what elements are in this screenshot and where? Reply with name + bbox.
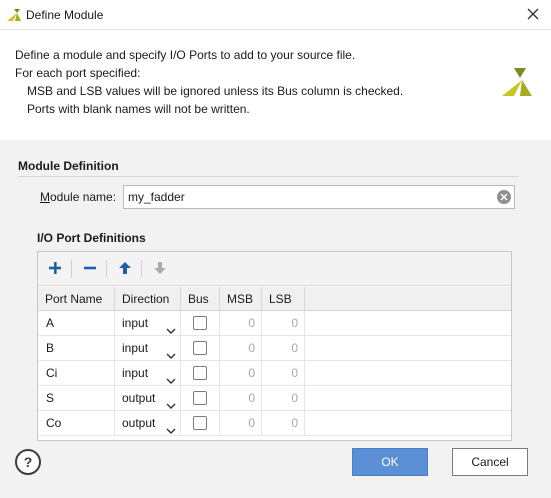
chevron-down-icon bbox=[166, 419, 176, 443]
column-header-bus[interactable]: Bus bbox=[181, 287, 220, 311]
bus-checkbox[interactable] bbox=[193, 316, 207, 330]
bus-cell bbox=[181, 336, 220, 360]
module-name-input[interactable] bbox=[128, 188, 488, 206]
toolbar-separator bbox=[141, 260, 142, 278]
bus-checkbox[interactable] bbox=[193, 416, 207, 430]
direction-select[interactable]: output bbox=[115, 411, 181, 435]
direction-value: output bbox=[122, 416, 156, 430]
intro-line: Ports with blank names will not be writt… bbox=[27, 102, 250, 116]
close-icon bbox=[527, 8, 539, 23]
direction-value: output bbox=[122, 391, 156, 405]
plus-icon bbox=[48, 261, 62, 278]
bus-cell bbox=[181, 411, 220, 435]
direction-select[interactable]: input bbox=[115, 361, 181, 385]
msb-cell[interactable]: 0 bbox=[220, 361, 262, 385]
direction-value: input bbox=[122, 316, 149, 330]
move-up-button[interactable] bbox=[114, 259, 136, 279]
io-ports-heading: I/O Port Definitions bbox=[37, 231, 146, 245]
table-row[interactable]: S output 0 0 bbox=[38, 386, 511, 411]
module-definition-heading: Module Definition bbox=[18, 159, 119, 173]
table-header: Port Name Direction Bus MSB LSB bbox=[38, 287, 511, 311]
row-filler bbox=[305, 311, 511, 335]
help-button[interactable]: ? bbox=[15, 449, 41, 475]
bus-cell bbox=[181, 361, 220, 385]
lsb-cell[interactable]: 0 bbox=[262, 311, 305, 335]
ok-button[interactable]: OK bbox=[352, 448, 428, 476]
port-name-cell[interactable]: Co bbox=[38, 411, 115, 435]
column-header-lsb[interactable]: LSB bbox=[262, 287, 305, 311]
io-ports-table: Port Name Direction Bus MSB LSB A input … bbox=[37, 251, 512, 441]
intro-line: Define a module and specify I/O Ports to… bbox=[15, 48, 356, 62]
direction-select[interactable]: output bbox=[115, 386, 181, 410]
window-title: Define Module bbox=[26, 8, 104, 22]
close-button[interactable] bbox=[515, 0, 551, 30]
column-header-port-name[interactable]: Port Name bbox=[38, 287, 115, 311]
xilinx-logo-icon bbox=[500, 66, 534, 98]
toolbar-separator bbox=[71, 260, 72, 278]
module-name-field bbox=[123, 185, 515, 209]
add-port-button[interactable] bbox=[44, 259, 66, 279]
lsb-cell[interactable]: 0 bbox=[262, 386, 305, 410]
direction-select[interactable]: input bbox=[115, 311, 181, 335]
msb-cell[interactable]: 0 bbox=[220, 311, 262, 335]
module-name-label: Module name: bbox=[40, 190, 116, 204]
intro-text: Define a module and specify I/O Ports to… bbox=[15, 46, 485, 118]
intro-line: MSB and LSB values will be ignored unles… bbox=[27, 84, 404, 98]
clear-button[interactable] bbox=[497, 190, 511, 204]
port-name-cell[interactable]: B bbox=[38, 336, 115, 360]
arrow-up-icon bbox=[118, 261, 132, 278]
direction-value: input bbox=[122, 341, 149, 355]
table-row[interactable]: Ci input 0 0 bbox=[38, 361, 511, 386]
module-name-label-text: odule name: bbox=[50, 190, 117, 204]
xilinx-logo-icon bbox=[6, 7, 22, 23]
minus-icon bbox=[83, 261, 97, 278]
row-filler bbox=[305, 361, 511, 385]
help-icon: ? bbox=[23, 454, 33, 470]
lsb-cell[interactable]: 0 bbox=[262, 361, 305, 385]
ports-toolbar bbox=[38, 252, 511, 286]
row-filler bbox=[305, 386, 511, 410]
table-row[interactable]: A input 0 0 bbox=[38, 311, 511, 336]
table-row[interactable]: Co output 0 0 bbox=[38, 411, 511, 436]
direction-value: input bbox=[122, 366, 149, 380]
column-header-direction[interactable]: Direction bbox=[115, 287, 181, 311]
bus-checkbox[interactable] bbox=[193, 341, 207, 355]
intro-line: For each port specified: bbox=[15, 66, 141, 80]
port-name-cell[interactable]: Ci bbox=[38, 361, 115, 385]
row-filler bbox=[305, 336, 511, 360]
port-name-cell[interactable]: A bbox=[38, 311, 115, 335]
direction-select[interactable]: input bbox=[115, 336, 181, 360]
section-divider bbox=[18, 176, 519, 177]
table-row[interactable]: B input 0 0 bbox=[38, 336, 511, 361]
bus-checkbox[interactable] bbox=[193, 391, 207, 405]
port-name-cell[interactable]: S bbox=[38, 386, 115, 410]
row-filler bbox=[305, 411, 511, 435]
move-down-button[interactable] bbox=[149, 259, 171, 279]
bus-cell bbox=[181, 311, 220, 335]
bus-cell bbox=[181, 386, 220, 410]
lsb-cell[interactable]: 0 bbox=[262, 411, 305, 435]
msb-cell[interactable]: 0 bbox=[220, 386, 262, 410]
cancel-button[interactable]: Cancel bbox=[452, 448, 528, 476]
title-bar: Define Module bbox=[0, 0, 551, 30]
msb-cell[interactable]: 0 bbox=[220, 411, 262, 435]
lsb-cell[interactable]: 0 bbox=[262, 336, 305, 360]
remove-port-button[interactable] bbox=[79, 259, 101, 279]
toolbar-separator bbox=[106, 260, 107, 278]
bus-checkbox[interactable] bbox=[193, 366, 207, 380]
accelerator-letter: M bbox=[40, 190, 50, 204]
column-header-msb[interactable]: MSB bbox=[220, 287, 262, 311]
msb-cell[interactable]: 0 bbox=[220, 336, 262, 360]
arrow-down-icon bbox=[153, 261, 167, 278]
clear-icon bbox=[500, 190, 508, 204]
